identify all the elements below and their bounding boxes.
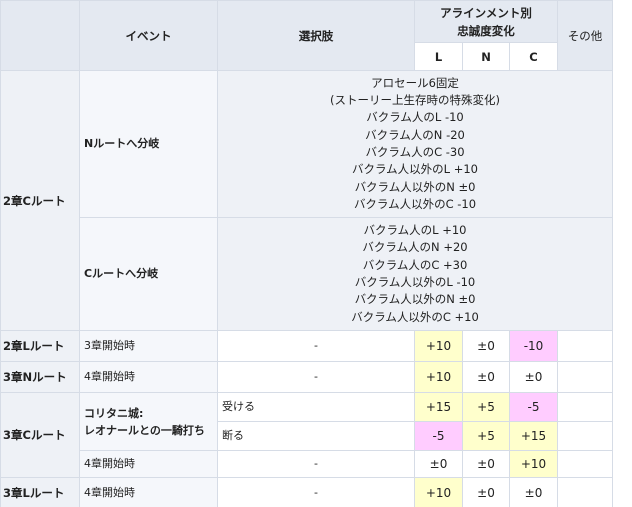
choice-cell: 断る [217, 421, 415, 451]
value-n: +5 [462, 392, 510, 422]
other-cell [557, 450, 614, 478]
event-label: Cルートへ分岐 [79, 217, 218, 331]
header-row: イベント 選択肢 アラインメント別 忠誠度変化 その他 [0, 0, 614, 71]
note-block: バクラム人のL +10 バクラム人のN +20 バクラム人のC +30 バクラム… [216, 217, 614, 331]
event-label-line2: レオナールとの一騎打ち [84, 423, 205, 437]
event-label: 3章開始時 [79, 330, 218, 362]
note-line: アロセール6固定 [371, 75, 459, 90]
value-l: +15 [414, 392, 463, 422]
value-n: ±0 [462, 450, 510, 478]
section-label: 3章Nルート [0, 361, 80, 393]
note-line: バクラム人以外のL -10 [354, 275, 476, 289]
choice-cell: - [217, 477, 415, 507]
note-line: バクラム人のC +30 [362, 257, 468, 272]
header-choice: 選択肢 [217, 0, 415, 71]
header-alignment-line1: アラインメント別 [440, 5, 532, 20]
event-label: コリタニ城: レオナールとの一騎打ち [79, 392, 218, 451]
value-c: +10 [508, 450, 559, 478]
note-line: バクラム人のN +20 [362, 240, 468, 255]
value-l: +10 [414, 361, 463, 393]
note-line: バクラム人以外のN ±0 [354, 292, 476, 307]
other-cell [557, 330, 614, 362]
value-c: -10 [508, 330, 559, 362]
event-label: 4章開始時 [79, 361, 218, 393]
value-n: ±0 [462, 361, 510, 393]
note-line: バクラム人以外のL +10 [352, 162, 478, 177]
event-label: Nルートへ分岐 [79, 70, 218, 218]
table-row: 3章Nルート 4章開始時 - +10 ±0 ±0 [0, 361, 614, 393]
header-event: イベント [79, 0, 218, 71]
value-n: ±0 [462, 330, 510, 362]
note-line: バクラム人のL +10 [363, 223, 467, 238]
note-block: アロセール6固定 (ストーリー上生存時の特殊変化) バクラム人のL -10 バク… [216, 70, 614, 218]
note-line: バクラム人以外のC -10 [353, 196, 477, 211]
section-label: 2章Cルート [0, 70, 80, 331]
section-label: 3章Cルート [0, 392, 80, 478]
other-cell [557, 421, 614, 451]
choice-cell: - [217, 361, 415, 393]
other-cell [557, 477, 614, 507]
value-c: +15 [508, 421, 559, 451]
value-l: ±0 [414, 450, 463, 478]
section-label: 3章Lルート [0, 477, 80, 507]
header-col-c: C [508, 42, 559, 71]
alignment-loyalty-table: イベント 選択肢 アラインメント別 忠誠度変化 その他 L N C 2章Cルート… [0, 0, 614, 507]
header-blank [0, 0, 80, 71]
section-label: 2章Lルート [0, 330, 80, 362]
table-row: 3章Cルート コリタニ城: レオナールとの一騎打ち 受ける +15 +5 -5 [0, 392, 614, 478]
other-cell [557, 361, 614, 393]
header-alignment: アラインメント別 忠誠度変化 [413, 0, 559, 43]
event-label: 4章開始時 [79, 450, 218, 478]
value-l: +10 [414, 477, 463, 507]
event-label: 4章開始時 [79, 477, 218, 507]
choice-cell: - [217, 330, 415, 362]
header-other: その他 [557, 0, 614, 71]
header-col-n: N [462, 42, 510, 71]
header-col-l: L [414, 42, 463, 71]
value-n: +5 [462, 421, 510, 451]
table-row: 2章Cルート Nルートへ分岐 アロセール6固定 (ストーリー上生存時の特殊変化)… [0, 70, 614, 331]
note-line: (ストーリー上生存時の特殊変化) [330, 93, 500, 108]
event-label-line1: コリタニ城: [84, 406, 144, 420]
value-c: ±0 [508, 477, 559, 507]
note-line: バクラム人以外のC +10 [351, 309, 479, 324]
other-cell [557, 392, 614, 422]
table-row: 4章開始時 - ±0 ±0 +10 [1, 450, 614, 478]
choice-cell: - [217, 450, 415, 478]
table-row: Cルートへ分岐 バクラム人のL +10 バクラム人のN +20 バクラム人のC … [1, 217, 614, 331]
value-c: ±0 [508, 361, 559, 393]
note-line: バクラム人のC -30 [365, 145, 465, 159]
value-l: +10 [414, 330, 463, 362]
header-alignment-line2: 忠誠度変化 [457, 23, 515, 38]
alignment-table-page: イベント 選択肢 アラインメント別 忠誠度変化 その他 L N C 2章Cルート… [0, 0, 632, 507]
table-row: 2章Lルート 3章開始時 - +10 ±0 -10 [0, 330, 614, 362]
value-c: -5 [508, 392, 559, 422]
note-line: バクラム人のN -20 [365, 127, 465, 142]
note-line: バクラム人以外のN ±0 [354, 179, 476, 194]
table-row: 3章Lルート 4章開始時 - +10 ±0 ±0 [0, 477, 614, 507]
note-line: バクラム人のL -10 [366, 110, 464, 125]
value-n: ±0 [462, 477, 510, 507]
choice-cell: 受ける [217, 392, 415, 422]
value-l: -5 [414, 421, 463, 451]
